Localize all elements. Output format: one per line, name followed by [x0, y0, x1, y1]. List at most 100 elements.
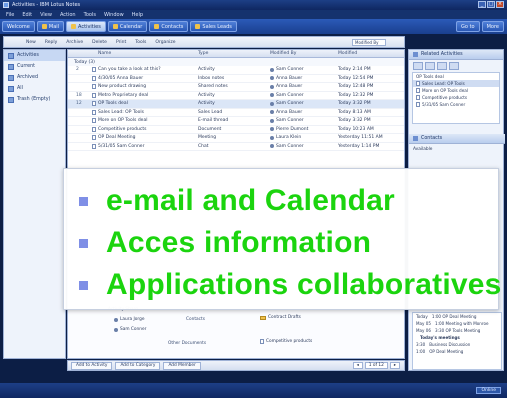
print-button[interactable]: Print — [116, 40, 126, 45]
new-button[interactable]: New — [26, 40, 36, 45]
menu-window[interactable]: Window — [104, 12, 124, 18]
reply-button[interactable]: Reply — [45, 40, 57, 45]
row-modified-by: Pierre Dumont — [270, 127, 338, 132]
bullet-text: e-mail and Calendar — [106, 184, 395, 217]
minimize-button[interactable]: _ — [478, 1, 486, 8]
row-modified-by: Anna Bauer — [270, 84, 338, 89]
maximize-button[interactable]: □ — [487, 1, 495, 8]
add-member-button[interactable]: Add Member — [163, 361, 201, 370]
related-item[interactable]: More on OP Tools deal — [413, 87, 499, 94]
rows-container: 2 Can you take a look at this? Activity Sam… — [68, 66, 404, 151]
row-subject: Can you take a look at this? — [90, 67, 198, 73]
contract-drafts-item[interactable]: Contract Drafts — [260, 315, 301, 320]
availability-status[interactable]: Available — [409, 144, 505, 155]
related-activities-list: OP Tools deal Sales Lead: OP Tools More … — [412, 72, 500, 124]
row-subject-text: New product drawing — [98, 84, 147, 90]
bullet-item: Acces information — [79, 226, 371, 260]
related-item-label: More on OP Tools deal — [422, 88, 469, 93]
tool-button[interactable] — [413, 62, 423, 70]
tab-mail[interactable]: Mail — [36, 21, 65, 32]
table-row[interactable]: 2 Can you take a look at this? Activity Sam… — [68, 66, 404, 75]
sort-by-select[interactable]: Modified By — [352, 39, 386, 46]
table-row[interactable]: More on OP Tools deal E-mail thread Sam Co… — [68, 117, 404, 126]
row-modified: Today 2:14 PM — [338, 67, 371, 73]
tab-calendar[interactable]: Calendar — [107, 21, 148, 32]
close-button[interactable]: × — [496, 1, 504, 8]
menu-edit[interactable]: Edit — [22, 12, 32, 18]
nav-trash[interactable]: Trash (Empty) — [4, 94, 65, 105]
row-modified-by-text: Anna Bauer — [276, 84, 303, 90]
menu-view[interactable]: View — [40, 12, 52, 18]
tab-sales-leads[interactable]: Sales Leads — [190, 21, 237, 32]
row-modified-by-text: Sam Conner — [276, 143, 304, 149]
related-activities-header[interactable]: Related Activities — [409, 50, 503, 60]
table-row[interactable]: 5/31/05 Sam Conner Chat Sam Conner Yesterda… — [68, 143, 404, 151]
row-modified-by: Sam Conner — [270, 118, 338, 123]
tools-button[interactable]: Tools — [135, 40, 146, 45]
page-indicator[interactable]: 1 of 12 — [364, 362, 388, 369]
nav-activities[interactable]: Activities — [4, 50, 65, 61]
column-modified-by[interactable]: Modified By — [270, 51, 338, 56]
row-subject: OP Tools deal — [90, 101, 198, 107]
group-header[interactable]: Today (3) — [68, 58, 404, 66]
nav-all[interactable]: All — [4, 83, 65, 94]
archive-button[interactable]: Archive — [66, 40, 83, 45]
related-item[interactable]: Competitive products — [413, 94, 499, 101]
prev-page-button[interactable]: ◂ — [352, 362, 363, 369]
more-button[interactable]: More — [481, 21, 504, 32]
calendar-entry[interactable]: Today's meetings — [413, 334, 501, 341]
go-to-button[interactable]: Go to — [456, 21, 480, 32]
next-page-button[interactable]: ▸ — [389, 362, 400, 369]
calendar-entry-time: 3:30 — [416, 342, 426, 347]
table-row[interactable]: Sales Lead: OP Tools Sales Lead Anna Bauer… — [68, 109, 404, 117]
tab-activities[interactable]: Activities — [66, 21, 106, 32]
table-row[interactable]: 12 OP Tools deal Activity Sam Conner Today 3… — [68, 100, 404, 109]
menu-bar: File Edit View Action Tools Window Help — [0, 10, 507, 19]
person-icon — [270, 127, 274, 132]
menu-tools[interactable]: Tools — [84, 12, 96, 18]
tool-button[interactable] — [425, 62, 435, 70]
table-row[interactable]: Competitive products Document Pierre Dumon… — [68, 126, 404, 134]
calendar-entry[interactable]: May 05 1:00 Meeting with Monroe — [413, 320, 501, 327]
menu-action[interactable]: Action — [60, 12, 76, 18]
related-item[interactable]: 5/31/05 Sam Conner — [413, 101, 499, 108]
bullet-square-icon — [79, 238, 88, 248]
tab-welcome-label: Welcome — [7, 23, 30, 30]
table-row[interactable]: 4/30/05 Anna Bauer Inbox notes Anna Bauer T… — [68, 75, 404, 83]
add-to-activity-button[interactable]: Add to Activity — [71, 361, 113, 370]
tool-button[interactable] — [449, 62, 459, 70]
nav-activities-label: Activities — [17, 53, 39, 58]
tab-contacts[interactable]: Contacts — [149, 21, 189, 32]
calendar-entry[interactable]: 1:00 OP Deal Meeting — [413, 348, 501, 355]
table-row[interactable]: New product drawing Shared notes Anna Baue… — [68, 83, 404, 92]
column-type[interactable]: Type — [198, 51, 270, 56]
column-name[interactable]: Name — [68, 51, 198, 56]
competitive-products-item[interactable]: Competitive products — [260, 339, 312, 344]
other-documents-label: Other Documents — [168, 341, 207, 346]
nav-current[interactable]: Current — [4, 61, 65, 72]
document-icon — [92, 143, 96, 149]
delete-button[interactable]: Delete — [92, 40, 107, 45]
calendar-entry[interactable]: Today 1:00 OP Deal Meeting — [413, 313, 501, 320]
calendar-entry[interactable]: 3:30 Business Discussion — [413, 341, 501, 348]
add-to-category-button[interactable]: Add to Category — [115, 361, 161, 370]
row-type: Sales Lead — [198, 109, 223, 115]
related-item[interactable]: OP Tools deal — [413, 73, 499, 80]
table-row[interactable]: 18 Metro Proprietary deal Activity Sam Conn… — [68, 92, 404, 100]
member-item[interactable]: Sam Conner — [114, 327, 146, 332]
table-row[interactable]: OP Deal Meeting Meeting Laura Klein Yesterd… — [68, 134, 404, 143]
column-modified[interactable]: Modified — [338, 51, 398, 56]
menu-file[interactable]: File — [6, 12, 14, 18]
nav-archived[interactable]: Archived — [4, 72, 65, 83]
tab-welcome[interactable]: Welcome — [2, 21, 35, 32]
related-item[interactable]: Sales Lead: OP Tools — [413, 80, 499, 87]
member-item[interactable]: Laura Jorge — [114, 317, 144, 322]
online-status-button[interactable]: Online — [476, 387, 501, 394]
menu-help[interactable]: Help — [132, 12, 143, 18]
organize-button[interactable]: Organize — [155, 40, 175, 45]
sales-leads-icon — [195, 24, 201, 29]
contacts-panel-header[interactable]: Contacts — [409, 134, 505, 144]
calendar-entry[interactable]: May 06 3:30 OP Tools Meeting — [413, 327, 501, 334]
tab-sales-leads-label: Sales Leads — [202, 23, 232, 30]
tool-button[interactable] — [437, 62, 447, 70]
